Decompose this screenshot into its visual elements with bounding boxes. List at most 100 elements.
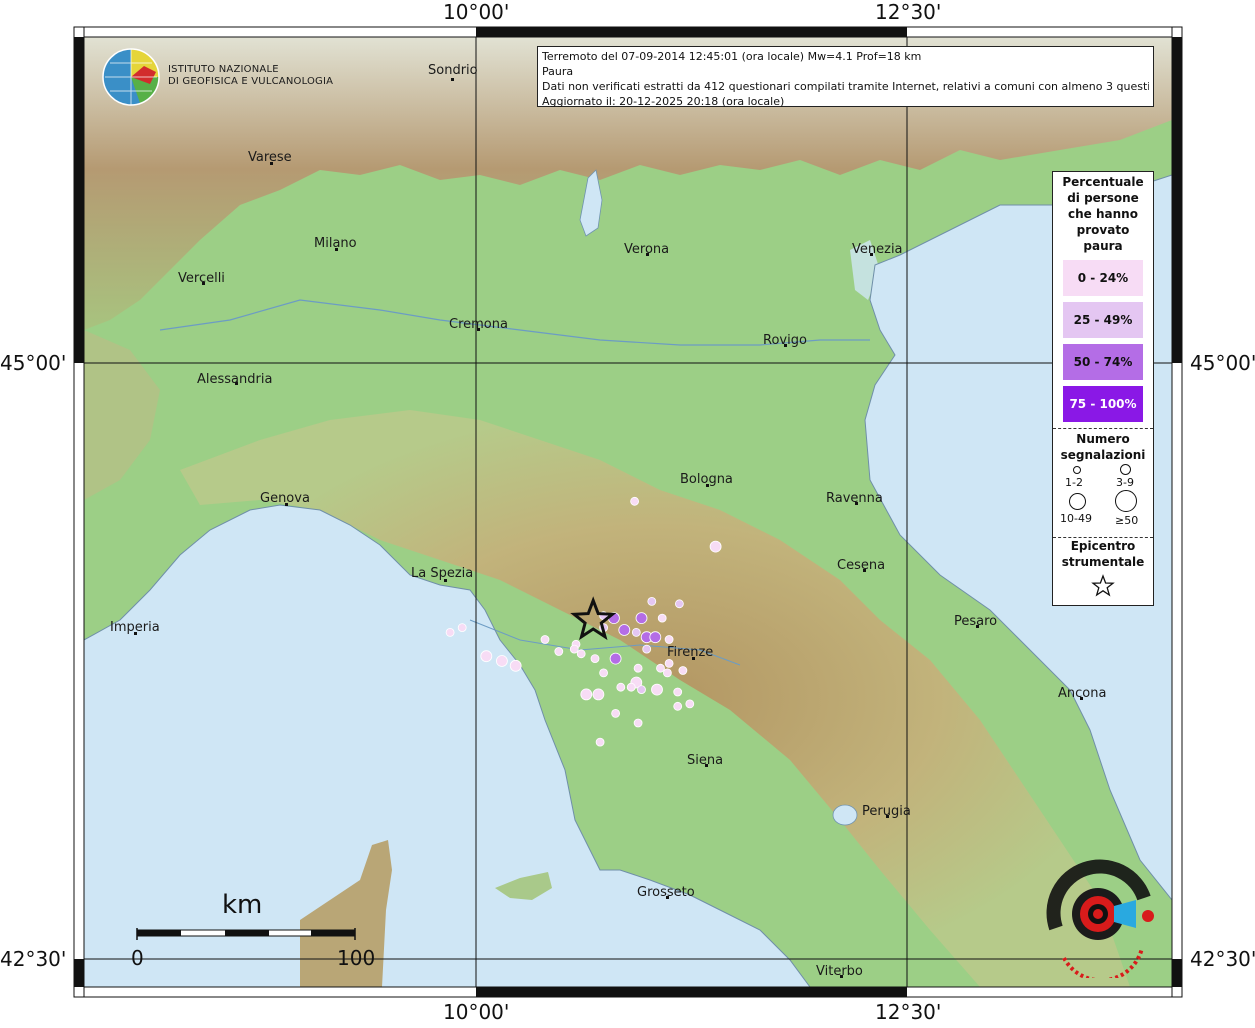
count-circle-50: [1115, 490, 1137, 512]
response-circle: [590, 654, 600, 663]
city-marker: Cremona: [449, 317, 508, 332]
response-circle: [592, 688, 605, 701]
response-circle: [576, 649, 586, 659]
map-stage: Sondrio Varese Milano Vercelli Verona Ve…: [0, 0, 1255, 1024]
city-marker: Milano: [314, 236, 357, 251]
response-circle: [633, 663, 643, 673]
response-circle: [631, 628, 641, 637]
institute-name: ISTITUTO NAZIONALE DI GEOFISICA E VULCAN…: [168, 64, 333, 88]
legend-class-0: 0 - 24%: [1063, 260, 1143, 296]
event-info-box: Terremoto del 07-09-2014 12:45:01 (ora l…: [537, 46, 1154, 108]
count-label-10-49: 10-49: [1060, 512, 1092, 525]
city-label: Genova: [260, 491, 310, 506]
count-circle-3-9: [1120, 464, 1131, 475]
response-circle: [495, 655, 508, 667]
event-info-line1: Terremoto del 07-09-2014 12:45:01 (ora l…: [542, 50, 922, 63]
city-marker: Bologna: [680, 472, 733, 487]
city-marker: Viterbo: [816, 964, 863, 979]
response-circle: [457, 623, 467, 632]
response-circle: [664, 659, 674, 668]
institute-name-line2: DI GEOFISICA E VULCANOLOGIA: [168, 76, 334, 87]
scale-title: km: [222, 890, 263, 920]
city-label: Sondrio: [428, 63, 478, 78]
city-marker: Alessandria: [197, 372, 272, 387]
city-marker: Perugia: [862, 804, 911, 819]
response-circle: [685, 699, 695, 709]
response-circle: [709, 540, 722, 553]
city-label: Ancona: [1058, 686, 1106, 701]
legend-panel: Percentuale di persone che hanno provato…: [1052, 171, 1154, 606]
response-circle: [595, 737, 605, 747]
response-circle: [675, 599, 684, 609]
response-circle: [480, 650, 493, 663]
response-circle: [657, 613, 667, 623]
city-marker: Grosseto: [637, 885, 695, 900]
event-info-line3: Dati non verificati estratti da 412 ques…: [542, 80, 1149, 93]
city-label: Siena: [687, 753, 723, 768]
axis-label-top-lon2: 12°30': [875, 0, 942, 24]
response-circle: [678, 666, 688, 675]
city-marker: Imperia: [110, 620, 160, 635]
response-circle: [616, 682, 626, 692]
response-circle: [633, 718, 643, 728]
city-label: Milano: [314, 236, 357, 251]
count-circle-10-49: [1069, 493, 1086, 510]
response-circle: [609, 652, 622, 665]
response-circle: [637, 685, 646, 694]
response-circle: [599, 668, 608, 678]
city-marker: Venezia: [852, 242, 903, 257]
legend-class-2: 50 - 74%: [1063, 344, 1143, 380]
city-label: Ravenna: [826, 491, 883, 506]
event-info-line4: Aggiornato il: 20-12-2025 20:18 (ora loc…: [542, 95, 785, 108]
response-circle: [569, 644, 579, 654]
star-icon: [1091, 574, 1115, 597]
count-circle-1-2: [1073, 466, 1081, 474]
response-circle: [664, 635, 674, 644]
response-circle: [626, 682, 636, 692]
city-marker: Ancona: [1058, 686, 1106, 701]
city-marker: Rovigo: [763, 333, 807, 348]
response-circle: [673, 687, 683, 697]
legend-count-title: Numero segnalazioni: [1060, 432, 1146, 462]
city-label: Vercelli: [178, 271, 225, 286]
response-circle: [635, 612, 648, 624]
city-label: Cesena: [837, 558, 885, 573]
city-marker: Firenze: [667, 645, 713, 660]
scale-label-start: 0: [131, 946, 144, 970]
response-circle: [656, 663, 665, 673]
response-circle: [649, 631, 662, 644]
city-label: Varese: [248, 150, 292, 165]
response-circle: [445, 628, 455, 637]
response-circle: [647, 597, 657, 606]
response-circle: [580, 688, 593, 701]
scale-bar: [136, 928, 356, 940]
response-circle: [509, 659, 522, 672]
city-label: Bologna: [680, 472, 733, 487]
legend-class-3: 75 - 100%: [1063, 386, 1143, 422]
hai-sentito-il-terremoto-logo: [1046, 859, 1154, 978]
axis-label-top-lon1: 10°00': [443, 0, 510, 24]
city-label: Firenze: [667, 645, 713, 660]
axis-label-right-lat2: 42°30': [1190, 947, 1255, 971]
city-marker: Verona: [624, 242, 669, 257]
city-label: Alessandria: [197, 372, 272, 387]
legend-title: Percentuale di persone che hanno provato…: [1062, 175, 1144, 253]
response-circle: [554, 647, 564, 656]
axis-label-right-lat1: 45°00': [1190, 351, 1255, 375]
city-marker: Siena: [687, 753, 723, 768]
legend-epicenter-title: Epicentro strumentale: [1061, 539, 1145, 569]
city-marker: Ravenna: [826, 491, 883, 506]
legend-class-1: 25 - 49%: [1063, 302, 1143, 338]
response-circle: [611, 709, 620, 718]
city-label: Grosseto: [637, 885, 695, 900]
city-label: Verona: [624, 242, 669, 257]
response-circle: [673, 701, 683, 711]
response-circle: [630, 496, 639, 506]
event-info-line2: Paura: [542, 65, 574, 78]
city-label: Imperia: [110, 620, 160, 635]
axis-label-bottom-lon2: 12°30': [875, 1000, 942, 1024]
response-circle: [651, 683, 663, 696]
city-label: Perugia: [862, 804, 911, 819]
response-circle: [642, 644, 652, 654]
city-label: Rovigo: [763, 333, 807, 348]
